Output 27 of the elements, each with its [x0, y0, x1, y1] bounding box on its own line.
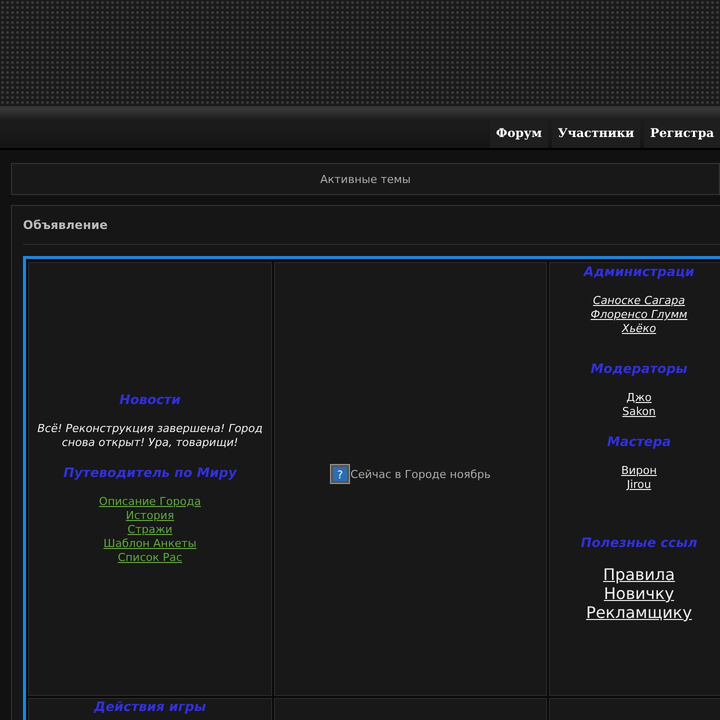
member-link[interactable]: Саноске Сагара [593, 294, 685, 308]
guide-link[interactable]: Список Рас [118, 551, 182, 565]
news-text: Всё! Реконструкция завершена! Город снова открыт! Ура, товарищи! [37, 422, 263, 450]
member-link[interactable]: Sakon [622, 405, 656, 419]
guide-link[interactable]: Шаблон Анкеты [104, 537, 196, 551]
member-link[interactable]: Вирон [621, 464, 657, 478]
active-topics-link[interactable]: Активные темы [320, 172, 411, 186]
section-heading: Администраци [582, 265, 696, 280]
guide-link[interactable]: Стражи [128, 523, 172, 537]
member-link[interactable]: Новичку [604, 584, 674, 603]
member-link[interactable]: Jirou [626, 478, 652, 492]
member-link[interactable]: Джо [626, 391, 652, 405]
member-link[interactable]: Правила [603, 565, 675, 584]
guide-link[interactable]: Описание Города [99, 495, 201, 509]
section-heading: Новости [119, 393, 181, 408]
section-heading: Модераторы [590, 362, 688, 377]
member-link[interactable]: Хьёко [622, 322, 656, 336]
section-heading: Мастера [606, 435, 672, 450]
guide-link[interactable]: История [126, 509, 174, 523]
season-text: Сейчас в Городе ноябрь [350, 468, 491, 480]
broken-image-icon: ? [330, 464, 350, 484]
member-link[interactable]: Рекламщику [586, 603, 692, 622]
section-heading: Полезные ссыл [580, 536, 698, 551]
section-heading: Действия игры [92, 700, 207, 715]
section-heading: Путеводитель по Миру [63, 466, 237, 481]
announcement-title: Объявление [23, 206, 720, 245]
member-link[interactable]: Флоренсо Глумм [590, 308, 688, 322]
